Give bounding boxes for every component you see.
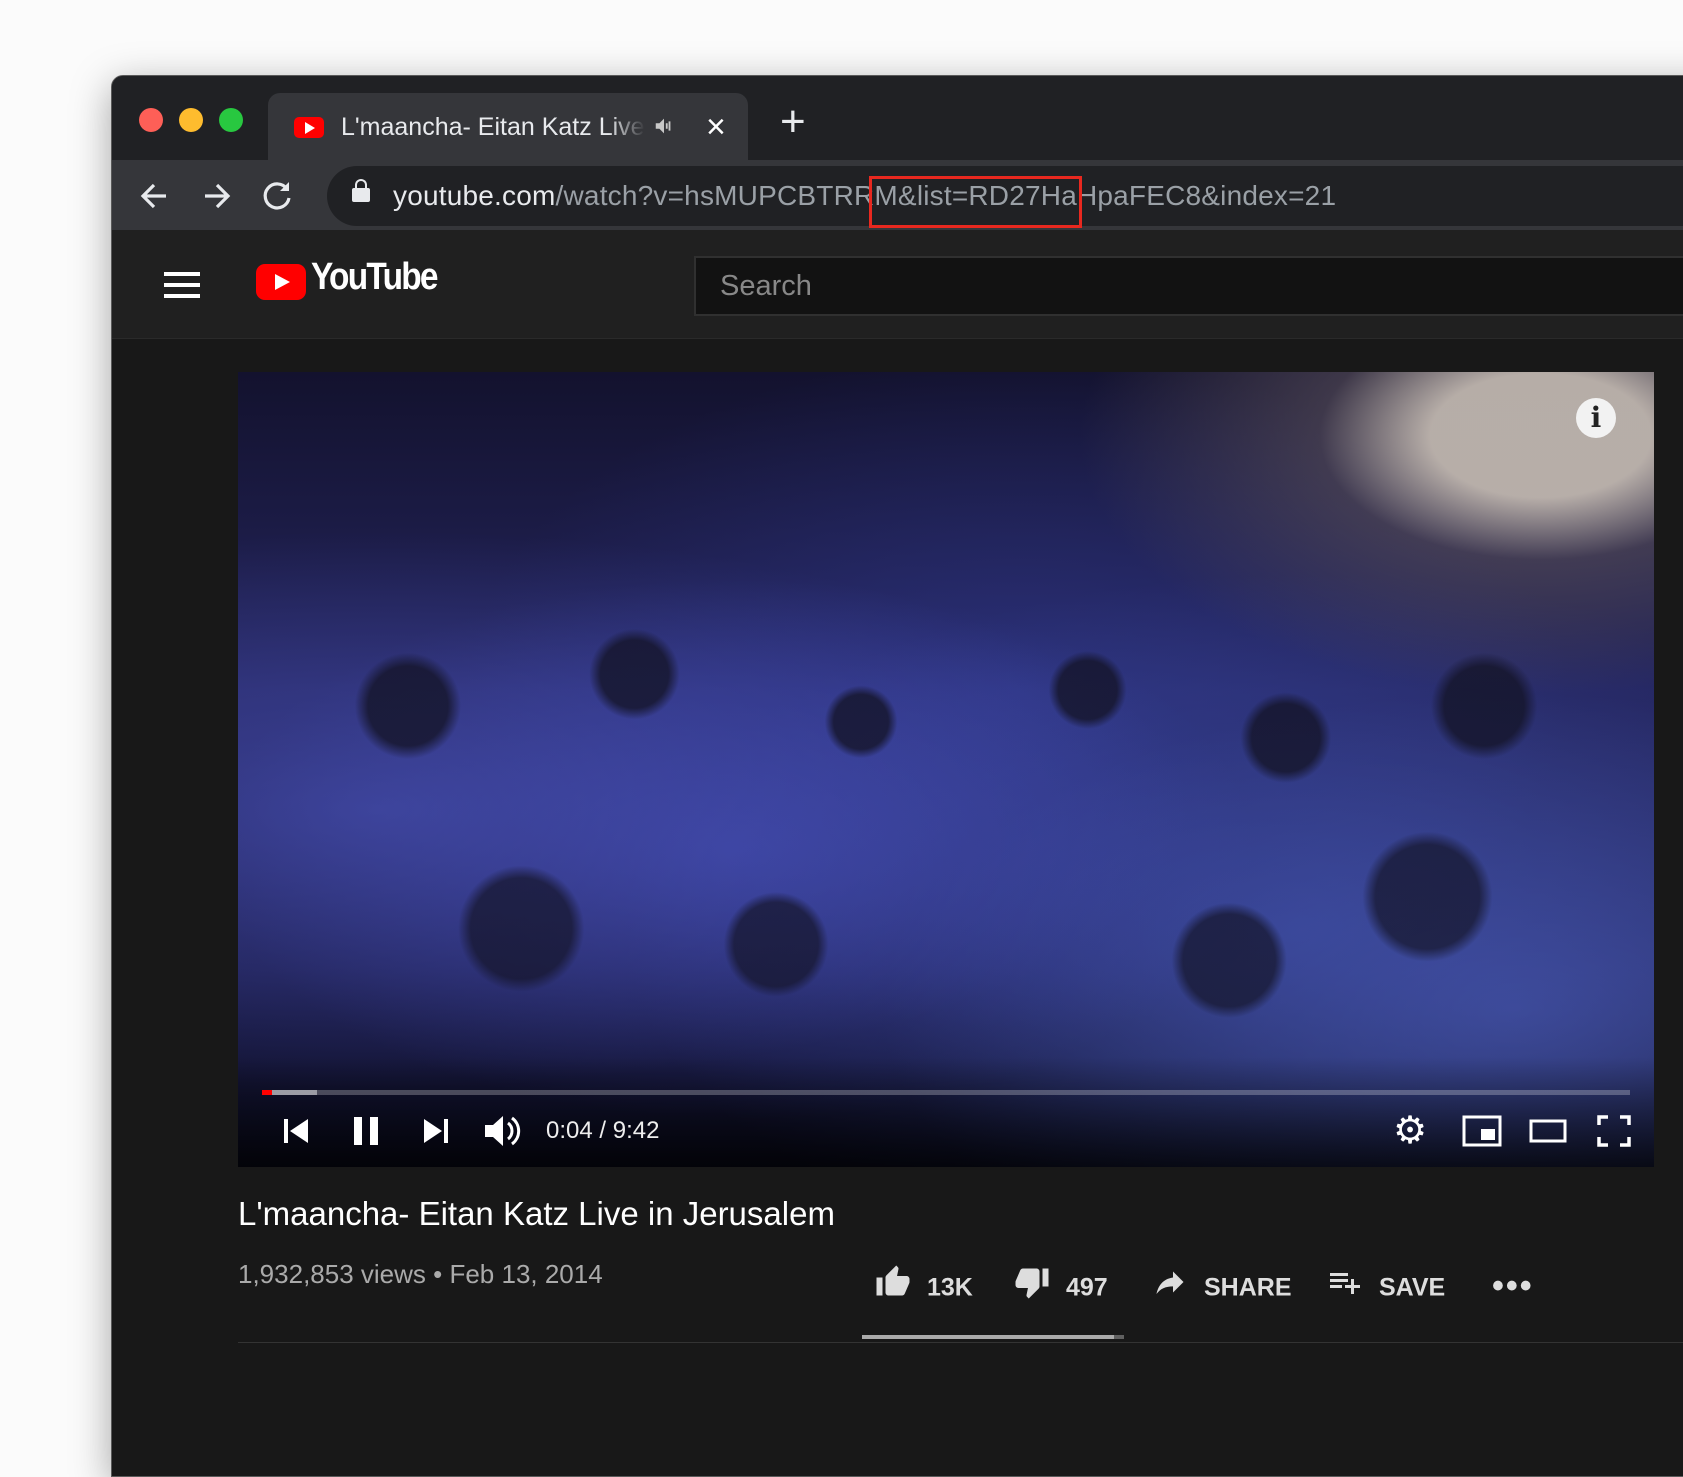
- close-tab-icon[interactable]: ×: [706, 107, 726, 147]
- url-text[interactable]: youtube.com/watch?v=hsMUPCBTRRM&list=RD2…: [393, 166, 1336, 226]
- speaker-icon[interactable]: [653, 115, 675, 143]
- title-bar: L'maancha- Eitan Katz Live in Jerusalem …: [112, 76, 1683, 163]
- played-bar: [262, 1090, 272, 1095]
- menu-icon[interactable]: [164, 272, 200, 305]
- video-id-highlight-box: [869, 176, 1082, 228]
- volume-icon[interactable]: [480, 1109, 524, 1153]
- url-host: youtube.com: [393, 180, 556, 211]
- thumbs-up-icon: [875, 1264, 911, 1314]
- progress-bar[interactable]: [262, 1090, 1630, 1095]
- pause-icon[interactable]: [348, 1109, 384, 1153]
- lock-icon[interactable]: [352, 179, 370, 202]
- previous-icon[interactable]: [278, 1109, 314, 1153]
- youtube-play-icon: [256, 264, 306, 300]
- video-frame: [238, 372, 1654, 1167]
- tab-title: L'maancha- Eitan Katz Live in Jerusalem: [341, 113, 645, 141]
- address-bar[interactable]: youtube.com/watch?v=hsMUPCBTRRM&list=RD2…: [327, 166, 1683, 228]
- watch-page: i 0:04 / 9:42 ⚙ L'maancha- Eitan Katz Li…: [112, 339, 1683, 1476]
- new-tab-button[interactable]: +: [780, 100, 806, 144]
- share-label: SHARE: [1204, 1273, 1292, 1302]
- save-button[interactable]: SAVE: [1327, 1264, 1445, 1308]
- share-button[interactable]: SHARE: [1152, 1264, 1292, 1308]
- like-dislike-ratio-bar: [862, 1335, 1124, 1339]
- divider: [238, 1342, 1683, 1343]
- youtube-favicon-icon: [294, 117, 324, 138]
- miniplayer-icon[interactable]: [1460, 1109, 1504, 1153]
- logo-text: YouTube: [311, 256, 439, 298]
- share-arrow-icon: [1152, 1264, 1188, 1314]
- save-label: SAVE: [1379, 1273, 1446, 1302]
- browser-tab[interactable]: L'maancha- Eitan Katz Live in Jerusalem …: [268, 93, 748, 163]
- time-display: 0:04 / 9:42: [546, 1117, 660, 1144]
- playlist-add-icon: [1327, 1264, 1363, 1314]
- browser-window: L'maancha- Eitan Katz Live in Jerusalem …: [111, 75, 1683, 1477]
- close-window-button[interactable]: [139, 108, 163, 132]
- zoom-window-button[interactable]: [219, 108, 243, 132]
- youtube-masthead: YouTube: [112, 230, 1683, 339]
- settings-gear-icon[interactable]: ⚙: [1388, 1109, 1432, 1153]
- dislike-button[interactable]: 497: [1014, 1264, 1108, 1308]
- browser-toolbar: youtube.com/watch?v=hsMUPCBTRRM&list=RD2…: [112, 160, 1683, 230]
- search-box[interactable]: [694, 256, 1683, 316]
- video-player[interactable]: i 0:04 / 9:42 ⚙: [238, 372, 1654, 1167]
- like-ratio-fill: [862, 1335, 1114, 1339]
- fullscreen-icon[interactable]: [1592, 1109, 1636, 1153]
- like-button[interactable]: 13K: [875, 1264, 973, 1308]
- next-icon[interactable]: [418, 1109, 454, 1153]
- theater-mode-icon[interactable]: [1526, 1109, 1570, 1153]
- dislike-count: 497: [1066, 1273, 1108, 1302]
- like-count: 13K: [927, 1273, 973, 1302]
- thumbs-down-icon: [1014, 1264, 1050, 1314]
- minimize-window-button[interactable]: [179, 108, 203, 132]
- video-title: L'maancha- Eitan Katz Live in Jerusalem: [238, 1195, 835, 1232]
- video-actions: 13K 497 SHARE SAVE •••: [112, 1264, 1683, 1308]
- info-icon[interactable]: i: [1576, 398, 1616, 438]
- more-actions-icon[interactable]: •••: [1492, 1264, 1534, 1308]
- search-input[interactable]: [718, 269, 1422, 304]
